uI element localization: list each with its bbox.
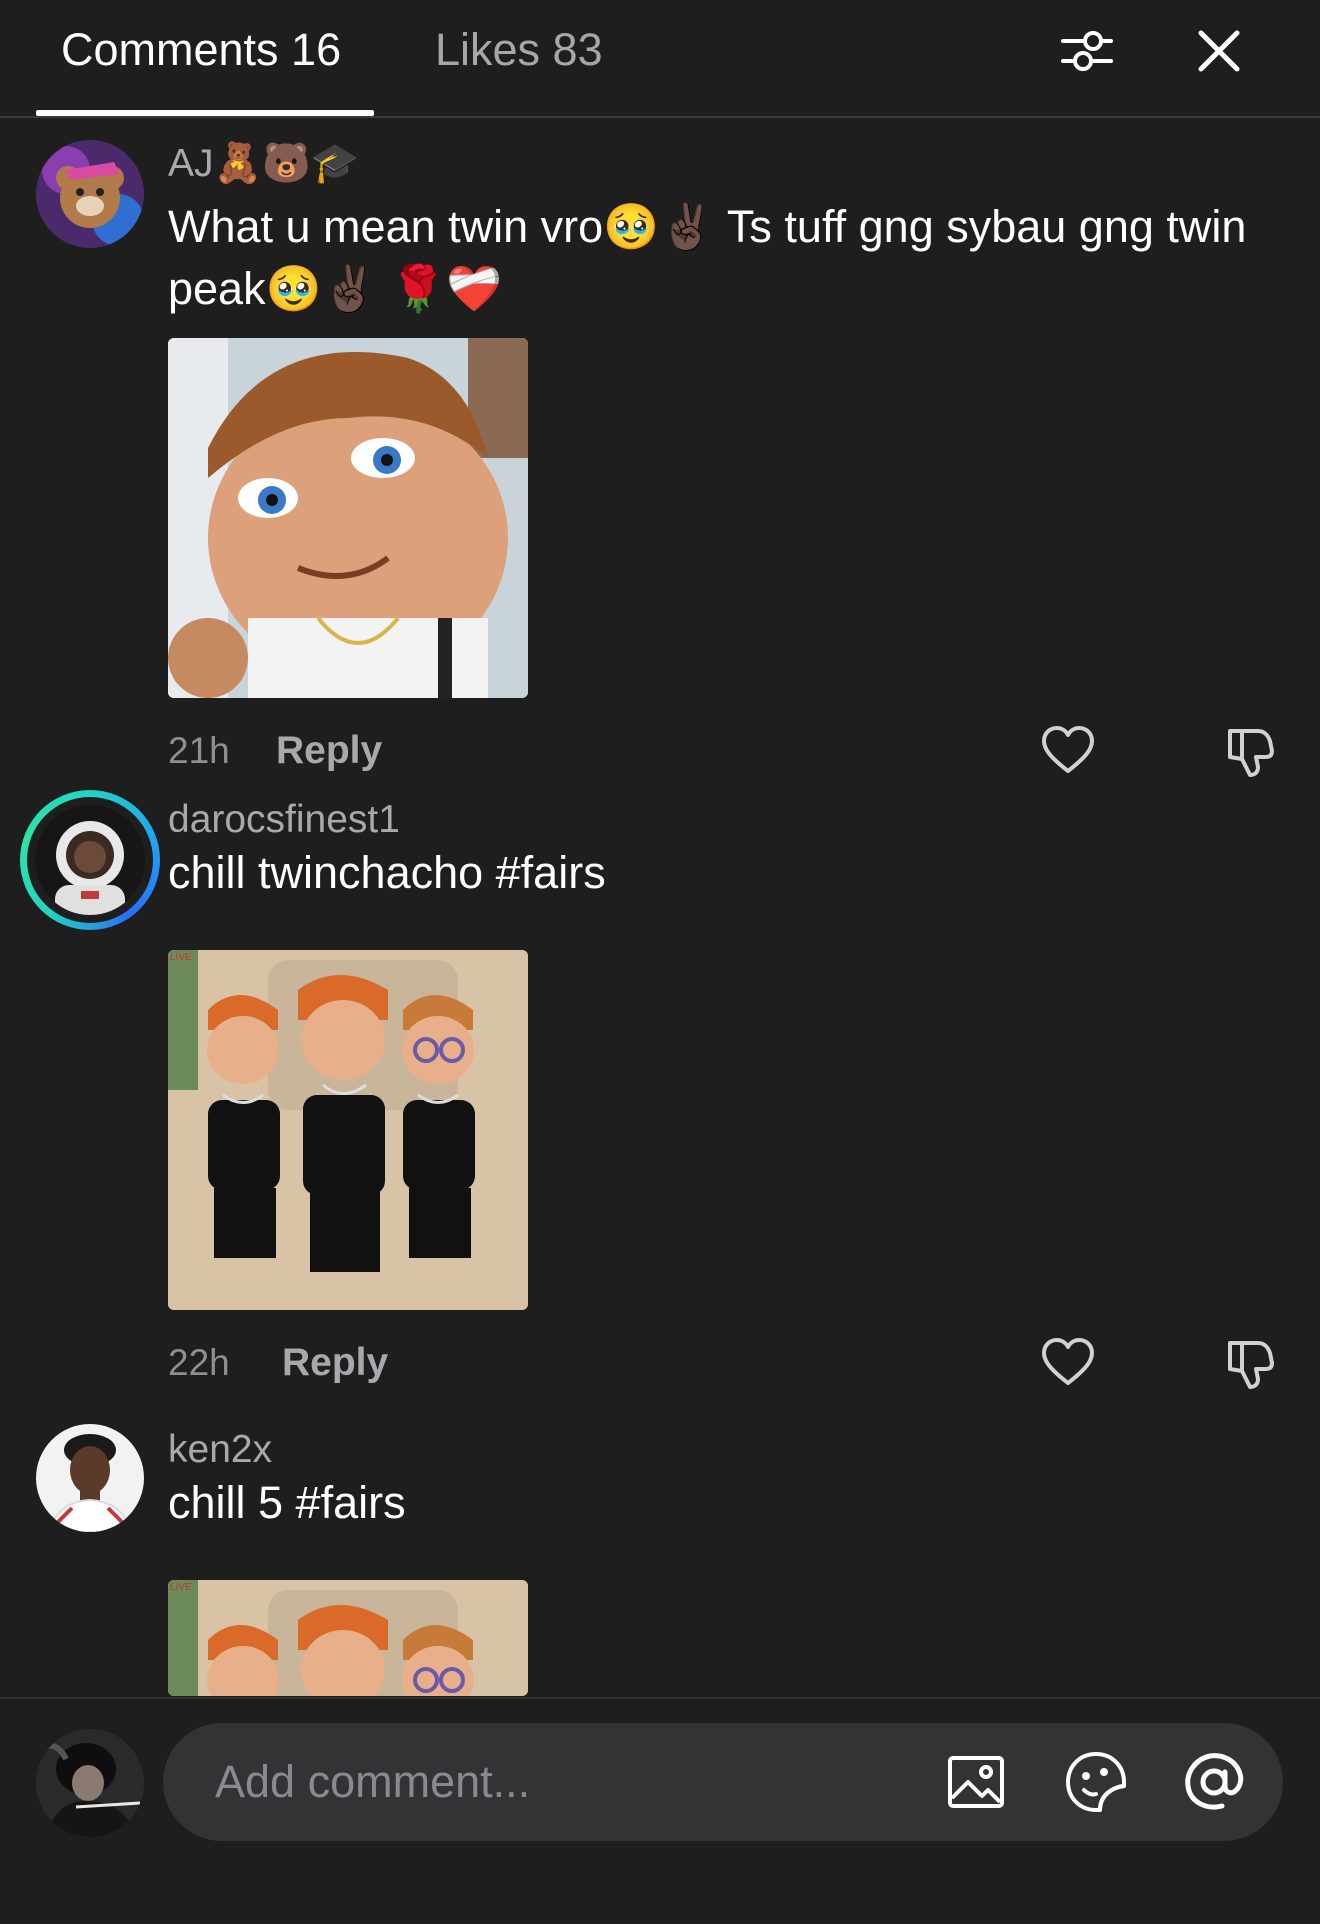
svg-text:LIVE: LIVE — [170, 1582, 192, 1593]
heart-icon — [1042, 726, 1094, 773]
like-button[interactable] — [1040, 1335, 1096, 1391]
heart-icon — [1042, 1338, 1094, 1385]
thumbs-down-icon — [1228, 1341, 1274, 1389]
comments-header: Comments 16 Likes 83 — [0, 0, 1320, 118]
comment-media[interactable]: LIVE — [168, 1580, 528, 1696]
mention-button[interactable] — [1179, 1747, 1249, 1817]
sliders-icon — [1061, 31, 1113, 71]
dislike-button[interactable] — [1220, 723, 1276, 779]
avatar[interactable] — [36, 140, 144, 248]
avatar — [35, 805, 145, 915]
comment-username[interactable]: AJ🧸🐻🎓 — [168, 140, 359, 188]
filter-button[interactable] — [1052, 16, 1122, 86]
comment-text: chill 5 #fairs — [168, 1477, 406, 1528]
like-button[interactable] — [1040, 723, 1096, 779]
dislike-button[interactable] — [1220, 1335, 1276, 1391]
image-icon — [948, 1756, 1004, 1808]
comment-timestamp: 22h — [168, 1342, 230, 1383]
current-user-avatar — [36, 1729, 144, 1837]
close-icon — [1198, 30, 1240, 72]
sticker-icon — [1066, 1752, 1126, 1812]
comment-input[interactable]: Add comment... — [163, 1723, 1283, 1841]
comment-media[interactable]: LIVE — [168, 950, 528, 1310]
comment-media[interactable] — [168, 338, 528, 698]
comments-sheet: Comments 16 Likes 83 AJ🧸🐻🎓 What u mean t… — [0, 0, 1320, 1924]
active-tab-indicator — [36, 110, 374, 116]
mention-icon — [1185, 1753, 1244, 1810]
reply-button[interactable]: Reply — [276, 727, 382, 775]
avatar[interactable] — [36, 1424, 144, 1532]
comment-username[interactable]: ken2x — [168, 1426, 272, 1474]
comment-timestamp: 21h — [168, 730, 230, 771]
tab-comments[interactable]: Comments 16 — [61, 22, 341, 78]
close-button[interactable] — [1184, 16, 1254, 86]
comments-list[interactable]: AJ🧸🐻🎓 What u mean twin vro🥹✌🏿 Ts tuff gn… — [0, 120, 1320, 1696]
reply-button[interactable]: Reply — [282, 1339, 388, 1387]
sticker-button[interactable] — [1061, 1747, 1131, 1817]
comment-text: What u mean twin vro🥹✌🏿 Ts tuff gng syba… — [168, 201, 1247, 314]
tab-likes[interactable]: Likes 83 — [435, 22, 603, 78]
avatar-story-ring[interactable] — [20, 790, 160, 930]
image-button[interactable] — [941, 1747, 1011, 1817]
comment-composer: Add comment... — [0, 1697, 1320, 1924]
comment-text: chill twinchacho #fairs — [168, 847, 606, 898]
comment-input-placeholder: Add comment... — [215, 1756, 531, 1807]
thumbs-down-icon — [1228, 729, 1274, 777]
comment-username[interactable]: darocsfinest1 — [168, 796, 400, 844]
svg-text:LIVE: LIVE — [170, 952, 192, 963]
